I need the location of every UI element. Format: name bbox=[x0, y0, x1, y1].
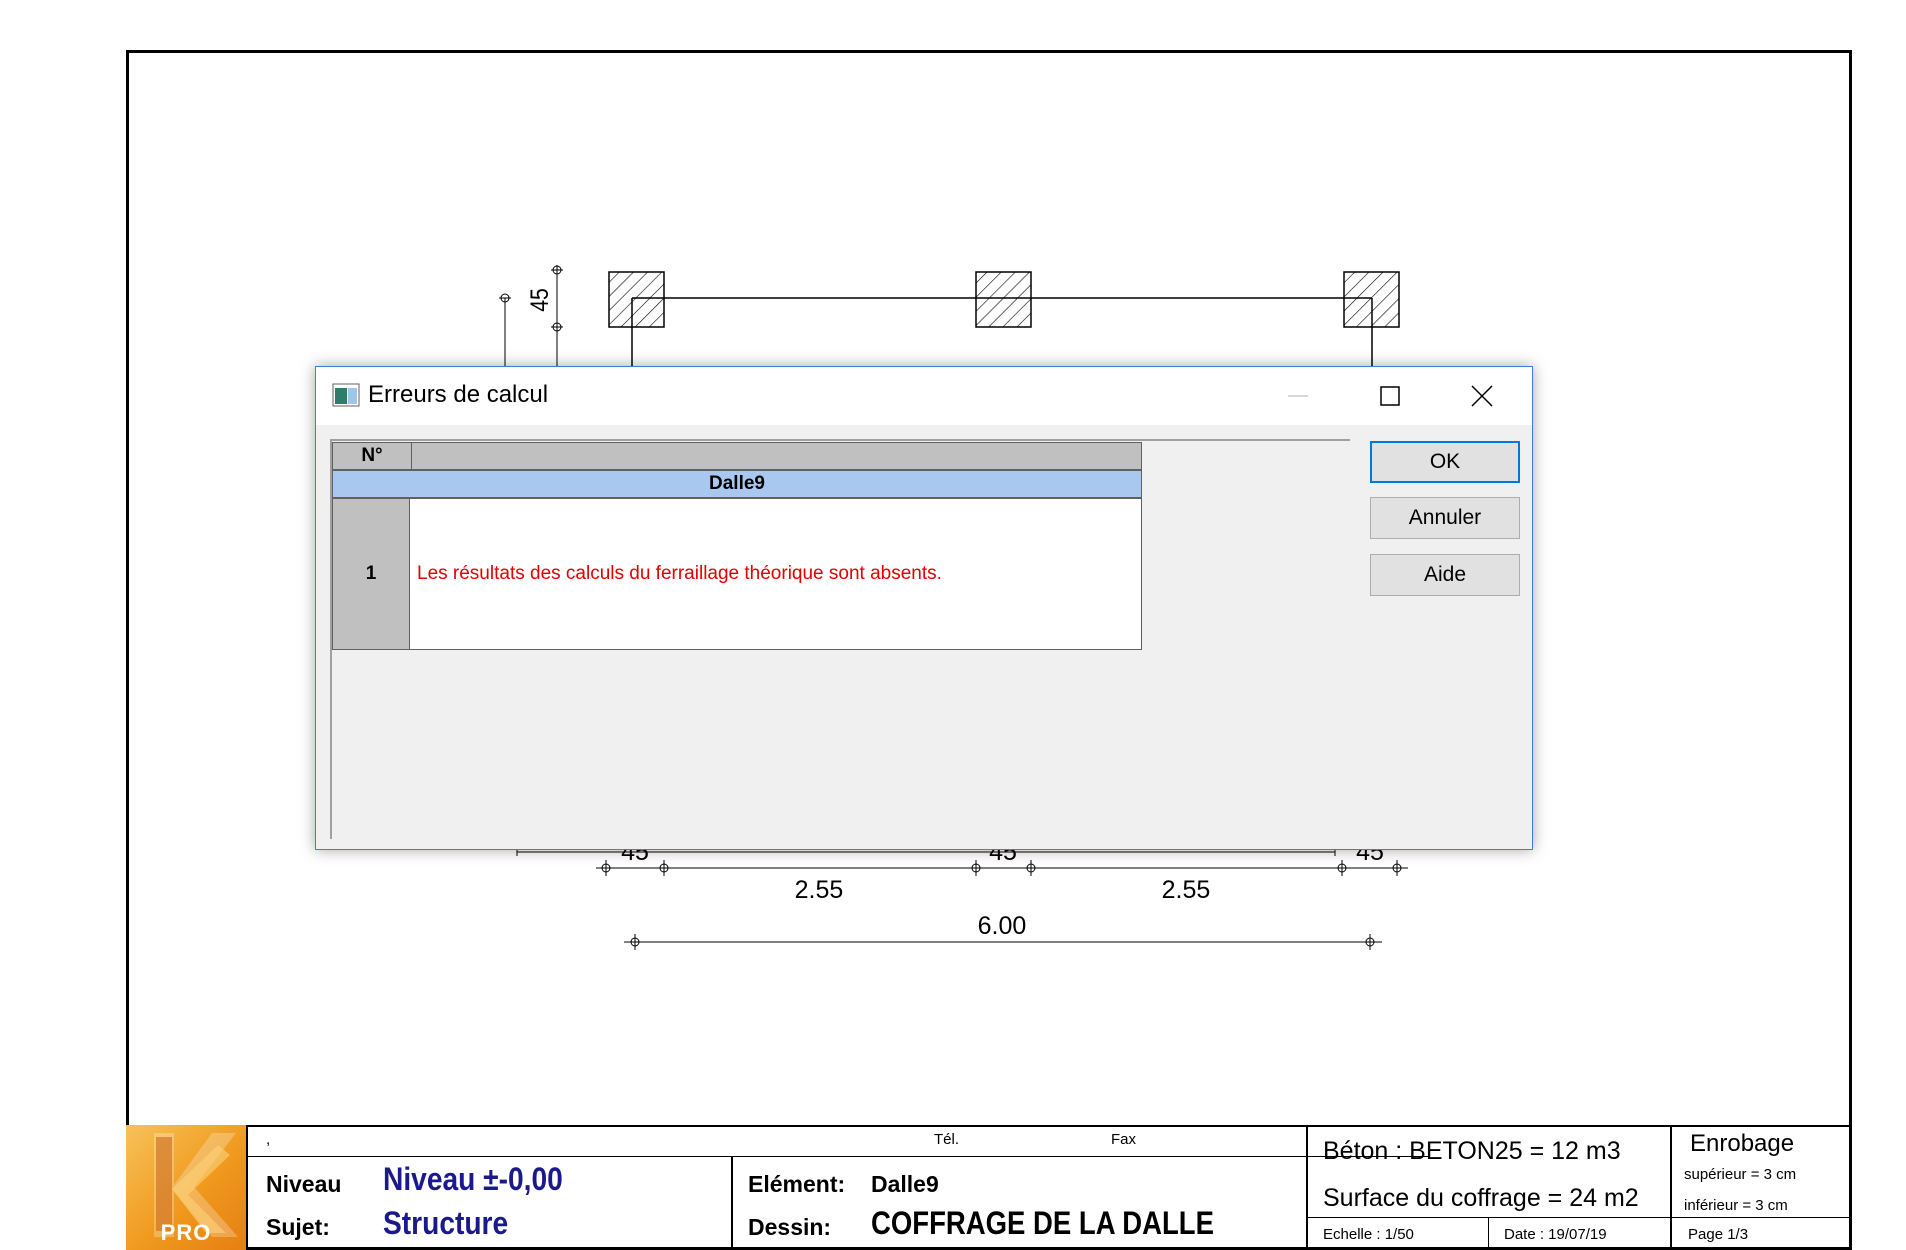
element-label: Elément: bbox=[748, 1171, 846, 1197]
dessin-value: COFFRAGE DE LA DALLE bbox=[871, 1205, 1214, 1241]
column-left bbox=[608, 271, 665, 328]
cancel-button[interactable]: Annuler bbox=[1370, 497, 1520, 539]
enrobage-superieur: supérieur = 3 cm bbox=[1684, 1166, 1797, 1183]
dim-span-left-label: 2.55 bbox=[795, 876, 844, 904]
beton-info: Béton : BETON25 = 12 m3 bbox=[1323, 1137, 1621, 1165]
dim-vertical-label: 45 bbox=[525, 288, 553, 312]
grid-row-number[interactable]: 1 bbox=[332, 498, 410, 650]
column-middle bbox=[975, 271, 1032, 328]
grid-header-description[interactable] bbox=[411, 442, 1142, 470]
dialog-title: Erreurs de calcul bbox=[368, 381, 549, 408]
dim-total-label: 6.00 bbox=[978, 912, 1027, 940]
tel-label: Tél. bbox=[934, 1131, 960, 1148]
niveau-value: Niveau ±-0,00 bbox=[383, 1161, 563, 1197]
title-block: , Tél. Fax Niveau Niveau ±-0,00 Sujet: S… bbox=[126, 1125, 1852, 1250]
enrobage-title: Enrobage bbox=[1690, 1130, 1795, 1157]
calc-errors-dialog: Erreurs de calcul N° Dalle9 1 Les résult… bbox=[315, 366, 1533, 850]
fax-label: Fax bbox=[1111, 1131, 1137, 1148]
surface-info: Surface du coffrage = 24 m2 bbox=[1323, 1184, 1639, 1212]
app-logo: PRO bbox=[126, 1125, 246, 1250]
close-icon bbox=[1471, 385, 1493, 407]
help-button[interactable]: Aide bbox=[1370, 554, 1520, 596]
column-right bbox=[1343, 271, 1400, 328]
close-button[interactable] bbox=[1436, 367, 1528, 425]
niveau-label: Niveau bbox=[266, 1171, 342, 1197]
app-window-icon bbox=[332, 383, 360, 407]
logo-text: PRO bbox=[160, 1220, 212, 1245]
page-info: Page 1/3 bbox=[1688, 1226, 1749, 1243]
dim-span-right-label: 2.55 bbox=[1162, 876, 1211, 904]
date-info: Date : 19/07/19 bbox=[1504, 1226, 1607, 1243]
grid-header-num[interactable]: N° bbox=[332, 442, 412, 470]
grid-group-row[interactable]: Dalle9 bbox=[332, 470, 1142, 498]
maximize-button[interactable] bbox=[1344, 367, 1436, 425]
ok-button[interactable]: OK bbox=[1370, 441, 1520, 483]
minimize-icon bbox=[1288, 395, 1308, 397]
sujet-value: Structure bbox=[383, 1205, 509, 1241]
dessin-label: Dessin: bbox=[748, 1214, 832, 1240]
echelle-info: Echelle : 1/50 bbox=[1323, 1226, 1414, 1243]
grid-row-message[interactable]: Les résultats des calculs du ferraillage… bbox=[410, 498, 1142, 650]
maximize-icon bbox=[1380, 386, 1400, 406]
sujet-label: Sujet: bbox=[266, 1214, 330, 1240]
element-value: Dalle9 bbox=[871, 1171, 939, 1197]
dialog-titlebar[interactable]: Erreurs de calcul bbox=[316, 367, 1532, 425]
minimize-button[interactable] bbox=[1252, 367, 1344, 425]
company-name: , bbox=[266, 1131, 271, 1148]
enrobage-inferieur: inférieur = 3 cm bbox=[1684, 1197, 1788, 1214]
